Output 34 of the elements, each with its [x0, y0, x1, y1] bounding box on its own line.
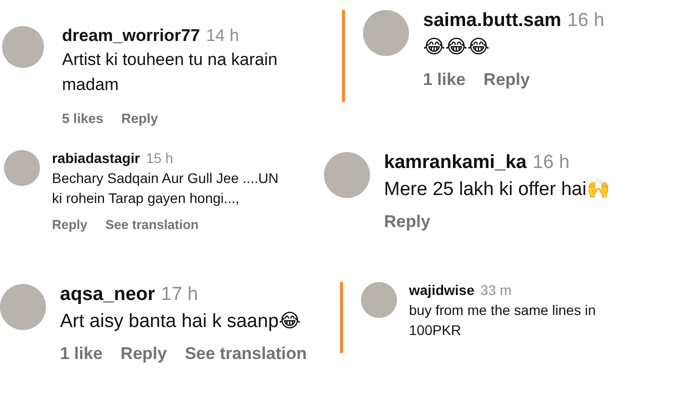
- comment-action-link[interactable]: Reply: [121, 111, 158, 126]
- username[interactable]: rabiadastagir: [52, 150, 140, 166]
- timestamp: 17 h: [161, 284, 198, 306]
- avatar[interactable]: [363, 10, 409, 56]
- comment-action-link[interactable]: See translation: [105, 216, 199, 232]
- timestamp: 15 h: [146, 150, 174, 166]
- comment-action-link[interactable]: Reply: [52, 216, 88, 232]
- comment-action-link[interactable]: 1 like: [423, 70, 466, 90]
- username[interactable]: saima.butt.sam: [423, 10, 562, 32]
- comment-action-link[interactable]: Reply: [120, 344, 167, 364]
- timestamp: 33 m: [480, 282, 512, 298]
- avatar[interactable]: [361, 282, 397, 318]
- username[interactable]: kamrankami_ka: [384, 152, 527, 174]
- comment-action-link[interactable]: 1 like: [60, 344, 103, 364]
- timestamp: 14 h: [206, 26, 240, 46]
- avatar[interactable]: [324, 152, 370, 198]
- comment-text: 😂😂😂: [423, 36, 491, 60]
- comment-text: Art aisy banta hai k saanp😂: [60, 310, 301, 334]
- username[interactable]: wajidwise: [409, 282, 474, 298]
- avatar[interactable]: [0, 284, 46, 330]
- comment-text: Artist ki touheen tu na karain madam: [62, 49, 278, 96]
- comment-action-link[interactable]: See translation: [184, 344, 307, 364]
- timestamp: 16 h: [532, 152, 570, 174]
- comment-text: buy from me the same lines in 100PKR: [409, 301, 597, 340]
- username[interactable]: aqsa_neor: [60, 284, 156, 306]
- comment-action-link[interactable]: 5 likes: [62, 111, 104, 126]
- comment-action-link[interactable]: Reply: [484, 70, 530, 90]
- username[interactable]: dream_worrior77: [62, 26, 200, 46]
- avatar[interactable]: [4, 150, 40, 186]
- timestamp: 16 h: [567, 10, 604, 32]
- comment-text: Mere 25 lakh ki offer hai🙌: [384, 178, 610, 202]
- comment-text: Bechary Sadqain Aur Gull Jee ....UN ki rohein Tarap gayen hongi...,: [52, 169, 280, 208]
- avatar[interactable]: [2, 26, 44, 68]
- comment-action-link[interactable]: Reply: [384, 212, 430, 232]
